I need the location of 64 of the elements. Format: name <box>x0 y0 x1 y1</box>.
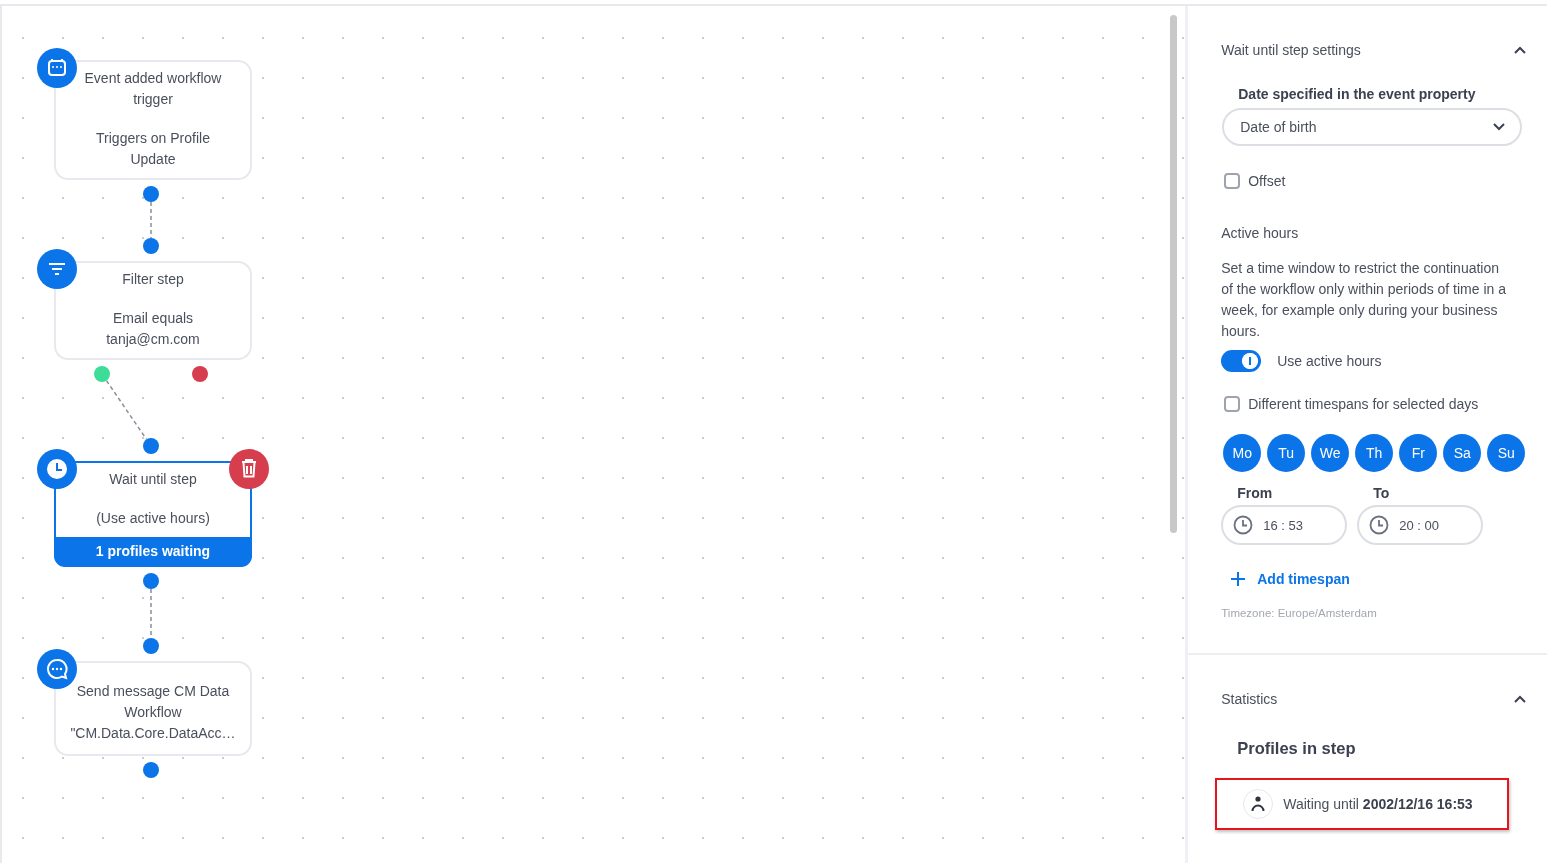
checkbox-label: Offset <box>1248 173 1286 189</box>
clock-icon <box>1369 515 1390 535</box>
calendar-icon <box>37 48 77 88</box>
section-title: Statistics <box>1221 691 1278 707</box>
connector-line <box>150 201 152 239</box>
weekday-toggle[interactable]: Su <box>1487 434 1526 472</box>
collapse-chevron-icon[interactable] <box>1513 45 1527 55</box>
scrollbar[interactable] <box>1170 15 1177 533</box>
time-input[interactable]: 16 : 53 <box>1221 505 1348 545</box>
description-text: Set a time window to restrict the continuation of the workflow only within periods of time in a week, for example only during your business hours. <box>1221 259 1508 341</box>
checkbox-label: Different timespans for selected days <box>1248 396 1479 412</box>
toggle-knob <box>1242 353 1259 369</box>
field-label: Date specified in the event property <box>1238 86 1477 102</box>
workflow-step-card[interactable]: Send message CM Data Workflow "CM.Data.Core.DataAcc… <box>54 661 252 756</box>
weekday-toggle[interactable]: Th <box>1355 434 1394 472</box>
connection-port[interactable] <box>143 638 159 654</box>
filter-icon <box>37 249 77 289</box>
toggle-switch[interactable] <box>1221 350 1262 372</box>
connection-port[interactable] <box>143 186 159 202</box>
toggle-label: Use active hours <box>1277 353 1382 369</box>
weekday-toggle[interactable]: Sa <box>1443 434 1482 472</box>
time-input[interactable]: 20 : 00 <box>1357 505 1484 545</box>
connection-port[interactable] <box>143 238 159 254</box>
clock-icon <box>37 449 77 489</box>
workflow-step-card[interactable]: Wait until step (Use active hours) 1 profiles waiting <box>54 461 252 567</box>
add-timespan-link[interactable]: Add timespan <box>1231 571 1350 587</box>
step-title: Send message CM Data Workflow "CM.Data.Core.DataAcc… <box>69 682 237 743</box>
chat-bubble-icon <box>37 649 77 689</box>
workflow-step-card[interactable]: Filter step Email equals tanja@cm.com <box>54 261 252 360</box>
weekday-toggle[interactable]: Tu <box>1267 434 1306 472</box>
weekday-toggle[interactable]: Fr <box>1399 434 1438 472</box>
connection-port[interactable] <box>192 366 208 382</box>
connector-line <box>105 379 148 441</box>
collapse-chevron-icon[interactable] <box>1513 694 1527 704</box>
plus-icon <box>1231 572 1246 586</box>
step-title: Filter step <box>121 270 185 289</box>
step-title: Wait until step <box>108 470 198 489</box>
section-subtitle: Active hours <box>1221 225 1300 241</box>
connection-port[interactable] <box>143 573 159 589</box>
section-title: Wait until step settings <box>1221 42 1361 58</box>
profiles-waiting-label: 1 profiles waiting <box>54 537 252 567</box>
timezone-note: Timezone: Europe/Amsterdam <box>1221 607 1378 619</box>
delete-icon[interactable] <box>229 449 269 489</box>
workflow-step-card[interactable]: Event added workflow trigger Triggers on Profile Update <box>54 60 252 180</box>
time-value: 20 : 00 <box>1399 517 1439 533</box>
step-detail: (Use active hours) <box>95 509 211 528</box>
weekday-toggle[interactable]: We <box>1311 434 1350 472</box>
weekday-toggle[interactable]: Mo <box>1223 434 1262 472</box>
chevron-down-icon <box>1492 122 1507 132</box>
clock-icon <box>1233 515 1254 535</box>
connection-port[interactable] <box>143 762 159 778</box>
step-title: Event added workflow trigger <box>83 69 223 109</box>
avatar-icon <box>1243 789 1274 819</box>
field-label: To <box>1373 485 1391 501</box>
step-detail: Email equals tanja@cm.com <box>105 309 201 349</box>
time-value: 16 : 53 <box>1263 517 1303 533</box>
checkbox[interactable] <box>1224 173 1241 189</box>
step-detail: Triggers on Profile Update <box>95 129 211 169</box>
profile-status: Waiting until 2002/12/16 16:53 <box>1283 796 1473 812</box>
date-property-dropdown[interactable]: Date of birth <box>1222 108 1523 146</box>
checkbox[interactable] <box>1224 396 1241 412</box>
field-label: From <box>1237 485 1274 501</box>
section-subtitle: Profiles in step <box>1237 739 1357 758</box>
connection-port[interactable] <box>143 438 159 454</box>
